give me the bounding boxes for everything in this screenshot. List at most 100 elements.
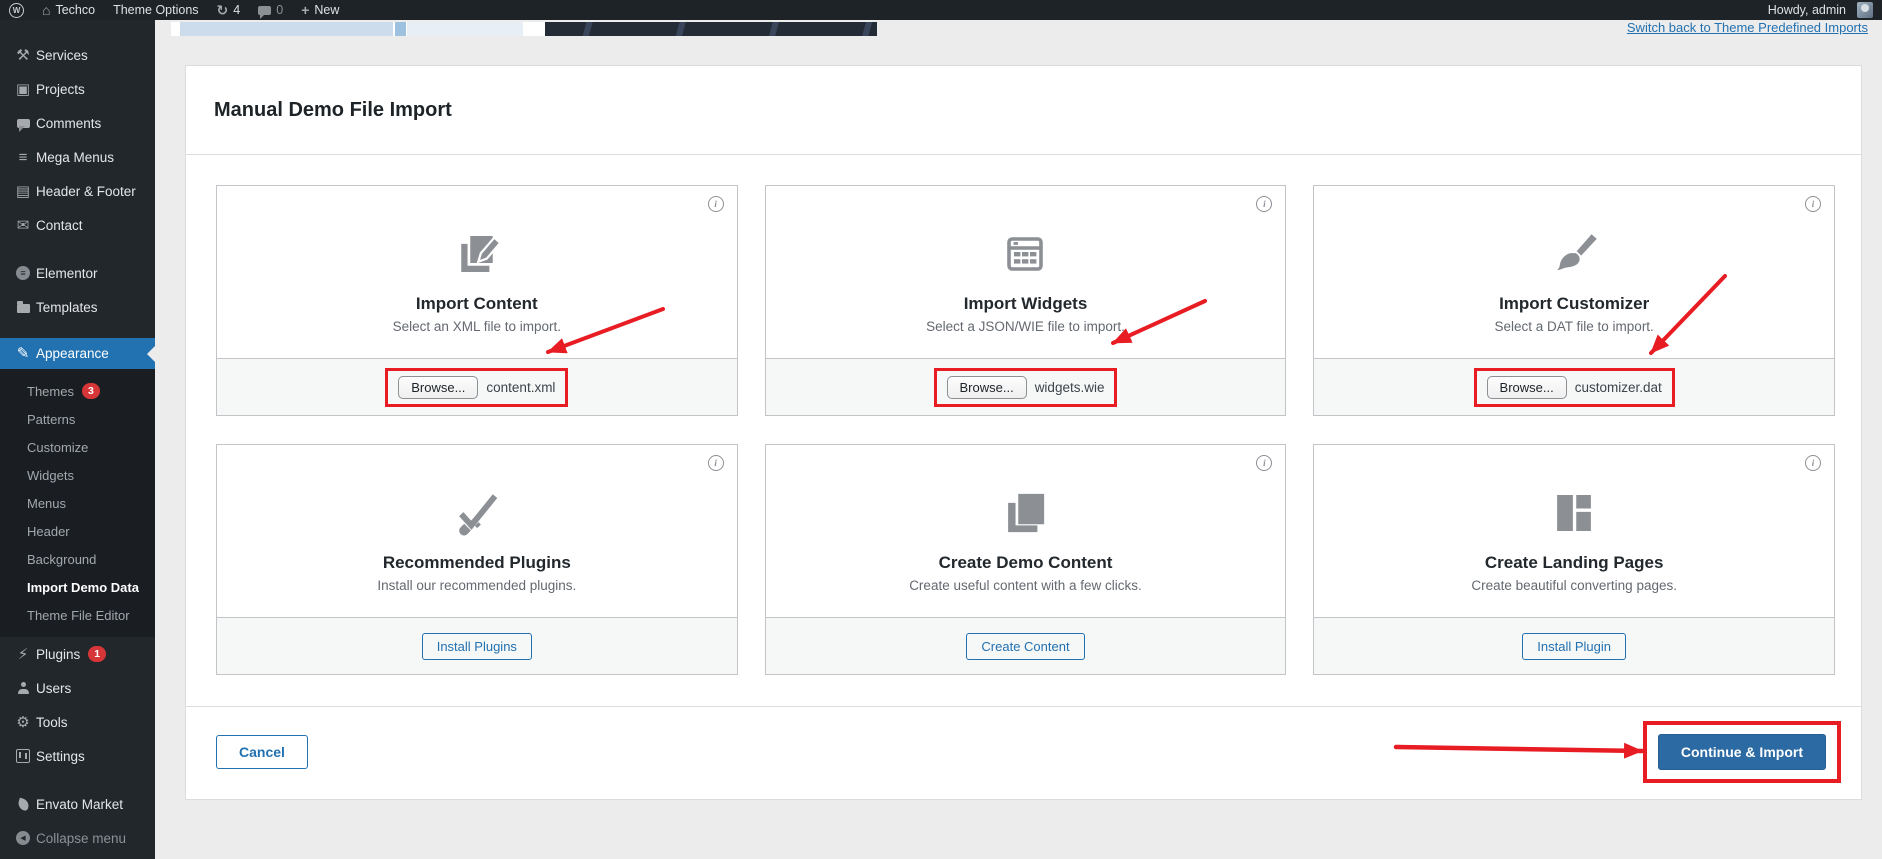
layout-blocks-icon [1547,483,1601,543]
elementor-icon: ≡ [10,266,36,280]
sidebar-item-label: Import Demo Data [27,580,139,595]
sidebar-item-collapse-menu[interactable]: Collapse menu [0,821,155,855]
sidebar-item-menus[interactable]: Menus [0,489,155,517]
site-menu[interactable]: Techco [33,0,104,20]
sidebar-item-elementor[interactable]: ≡Elementor [0,256,155,290]
info-icon[interactable] [1805,196,1821,212]
contact-icon: ✉ [10,218,36,233]
annotation-box: Browse... widgets.wie [934,368,1118,407]
comments-indicator[interactable]: 0 [249,0,292,20]
card-footer: Browse... widgets.wie [766,358,1286,415]
sidebar-item-users[interactable]: Users [0,671,155,705]
sidebar-item-tools[interactable]: ⚙Tools [0,705,155,739]
theme-thumbnail-remnant [395,22,406,36]
account-menu[interactable]: Howdy, admin [1759,0,1882,20]
card-title: Create Demo Content [939,553,1113,573]
card-import-widgets: Import Widgets Select a JSON/WIE file to… [765,185,1287,416]
theme-thumbnail-remnant [407,22,523,36]
switch-back-link[interactable]: Switch back to Theme Predefined Imports [1627,20,1868,35]
sidebar-item-label: Themes [27,384,74,399]
sidebar-item-label: Elementor [36,266,98,281]
browse-file-button[interactable]: Browse... [398,376,478,399]
updates-icon [217,2,229,19]
card-footer: Install Plugins [217,617,737,674]
info-icon[interactable] [708,455,724,471]
sidebar-item-comments[interactable]: Comments [0,106,155,140]
sidebar-item-label: Collapse menu [36,831,126,846]
sidebar-item-contact[interactable]: ✉Contact [0,208,155,242]
new-content-menu[interactable]: New [292,0,348,20]
sidebar-item-label: Contact [36,218,83,233]
admin-bar: Techco Theme Options 4 0 New Howdy, admi… [0,0,1882,20]
appearance-icon: ✎ [10,346,36,361]
home-icon [42,2,50,18]
install-plugins-button[interactable]: Install Plugins [422,633,532,660]
sidebar-item-header-footer[interactable]: ▤Header & Footer [0,174,155,208]
cancel-button[interactable]: Cancel [216,735,308,769]
sidebar-item-label: Comments [36,116,101,131]
sidebar-item-envato-market[interactable]: Envato Market [0,787,155,821]
sidebar-item-patterns[interactable]: Patterns [0,405,155,433]
selected-filename: widgets.wie [1035,380,1105,395]
updates-count: 4 [233,3,240,17]
paintbrush-icon [1547,224,1601,284]
previous-section-remnant [171,22,877,36]
actions-row: Cancel Continue & Import [216,721,1841,783]
sidebar-item-label: Settings [36,749,85,764]
selected-filename: content.xml [486,380,555,395]
sidebar-item-widgets[interactable]: Widgets [0,461,155,489]
new-label: New [314,3,339,17]
updates-indicator[interactable]: 4 [208,0,250,20]
services-icon: ⚒ [10,48,36,63]
sidebar-item-services[interactable]: ⚒Services [0,38,155,72]
info-icon[interactable] [1256,196,1272,212]
card-footer: Create Content [766,617,1286,674]
card-footer: Install Plugin [1314,617,1834,674]
info-icon[interactable] [1805,455,1821,471]
selected-filename: customizer.dat [1575,380,1662,395]
card-title: Recommended Plugins [383,553,571,573]
sidebar-item-customize[interactable]: Customize [0,433,155,461]
install-plugin-button[interactable]: Install Plugin [1522,633,1626,660]
sidebar-item-projects[interactable]: ▣Projects [0,72,155,106]
continue-import-button[interactable]: Continue & Import [1658,734,1826,770]
wordpress-logo-menu[interactable] [0,0,33,20]
collapse-icon [10,831,36,845]
create-content-button[interactable]: Create Content [966,633,1084,660]
sidebar-item-background[interactable]: Background [0,545,155,573]
card-import-customizer: Import Customizer Select a DAT file to i… [1313,185,1835,416]
sidebar-item-label: Mega Menus [36,150,114,165]
sidebar-item-import-demo-data[interactable]: Import Demo Data [0,573,155,601]
admin-sidebar: ⚒Services▣ProjectsComments≡Mega Menus▤He… [0,20,155,859]
sidebar-item-templates[interactable]: Templates [0,290,155,324]
browse-file-button[interactable]: Browse... [947,376,1027,399]
avatar [1857,2,1873,18]
sidebar-item-label: Tools [36,715,68,730]
sidebar-item-appearance[interactable]: ✎Appearance [0,338,155,369]
card-import-content: Import Content Select an XML file to imp… [216,185,738,416]
sidebar-item-label: Menus [27,496,66,511]
browse-file-button[interactable]: Browse... [1487,376,1567,399]
card-description: Select a DAT file to import. [1495,319,1654,334]
card-description: Select a JSON/WIE file to import. [926,319,1125,334]
howdy-label: Howdy, admin [1768,3,1846,17]
theme-options-menu[interactable]: Theme Options [104,0,207,20]
sidebar-item-theme-file-editor[interactable]: Theme File Editor [0,601,155,629]
sidebar-item-label: Plugins [36,647,80,662]
sidebar-item-plugins[interactable]: ⚡Plugins1 [0,637,155,671]
info-icon[interactable] [1256,455,1272,471]
settings-icon [10,749,36,763]
plugin-check-icon [450,483,504,543]
sidebar-item-settings[interactable]: Settings [0,739,155,773]
widgets-grid-icon [999,224,1051,284]
users-icon [10,682,36,694]
annotation-box-continue: Continue & Import [1643,721,1841,783]
sidebar-item-mega-menus[interactable]: ≡Mega Menus [0,140,155,174]
sidebar-item-header[interactable]: Header [0,517,155,545]
sidebar-item-themes[interactable]: Themes3 [0,377,155,405]
info-icon[interactable] [708,196,724,212]
page: Techco Theme Options 4 0 New Howdy, admi… [0,0,1882,859]
card-footer: Browse... customizer.dat [1314,358,1834,415]
card-description: Select an XML file to import. [393,319,561,334]
annotation-box: Browse... content.xml [385,368,568,407]
